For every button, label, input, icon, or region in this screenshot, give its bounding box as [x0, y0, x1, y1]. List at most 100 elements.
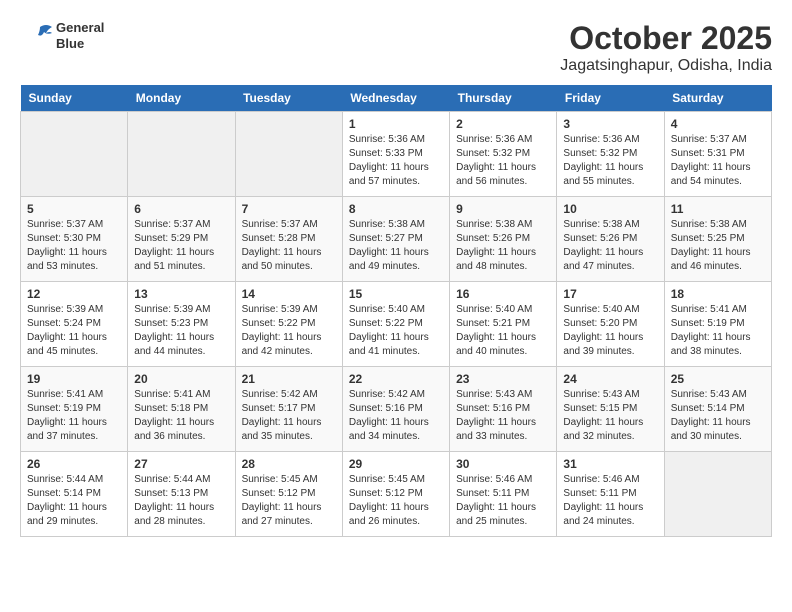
calendar-cell: 30 Sunrise: 5:46 AM Sunset: 5:11 PM Dayl…: [450, 452, 557, 537]
day-info: Sunrise: 5:36 AM Sunset: 5:33 PM Dayligh…: [349, 133, 443, 189]
day-info: Sunrise: 5:41 AM Sunset: 5:19 PM Dayligh…: [27, 388, 121, 444]
calendar-cell: 27 Sunrise: 5:44 AM Sunset: 5:13 PM Dayl…: [128, 452, 235, 537]
calendar-cell: 28 Sunrise: 5:45 AM Sunset: 5:12 PM Dayl…: [235, 452, 342, 537]
calendar-cell: 18 Sunrise: 5:41 AM Sunset: 5:19 PM Dayl…: [664, 282, 771, 367]
calendar-cell: 7 Sunrise: 5:37 AM Sunset: 5:28 PM Dayli…: [235, 197, 342, 282]
calendar-cell: 6 Sunrise: 5:37 AM Sunset: 5:29 PM Dayli…: [128, 197, 235, 282]
day-number: 6: [134, 202, 228, 216]
calendar-cell: 22 Sunrise: 5:42 AM Sunset: 5:16 PM Dayl…: [342, 367, 449, 452]
day-number: 21: [242, 372, 336, 386]
calendar-cell: 25 Sunrise: 5:43 AM Sunset: 5:14 PM Dayl…: [664, 367, 771, 452]
day-number: 1: [349, 117, 443, 131]
header-row: SundayMondayTuesdayWednesdayThursdayFrid…: [21, 85, 772, 112]
day-number: 19: [27, 372, 121, 386]
day-number: 20: [134, 372, 228, 386]
day-number: 3: [563, 117, 657, 131]
header-cell-monday: Monday: [128, 85, 235, 112]
calendar-cell: [664, 452, 771, 537]
day-info: Sunrise: 5:39 AM Sunset: 5:24 PM Dayligh…: [27, 303, 121, 359]
day-info: Sunrise: 5:43 AM Sunset: 5:15 PM Dayligh…: [563, 388, 657, 444]
day-info: Sunrise: 5:39 AM Sunset: 5:23 PM Dayligh…: [134, 303, 228, 359]
calendar-cell: 20 Sunrise: 5:41 AM Sunset: 5:18 PM Dayl…: [128, 367, 235, 452]
calendar-cell: 12 Sunrise: 5:39 AM Sunset: 5:24 PM Dayl…: [21, 282, 128, 367]
day-info: Sunrise: 5:43 AM Sunset: 5:16 PM Dayligh…: [456, 388, 550, 444]
day-number: 28: [242, 457, 336, 471]
calendar-cell: 3 Sunrise: 5:36 AM Sunset: 5:32 PM Dayli…: [557, 112, 664, 197]
calendar-cell: 16 Sunrise: 5:40 AM Sunset: 5:21 PM Dayl…: [450, 282, 557, 367]
day-number: 15: [349, 287, 443, 301]
page-header: General Blue October 2025 Jagatsinghapur…: [20, 20, 772, 75]
day-number: 4: [671, 117, 765, 131]
day-info: Sunrise: 5:44 AM Sunset: 5:13 PM Dayligh…: [134, 473, 228, 529]
day-info: Sunrise: 5:37 AM Sunset: 5:29 PM Dayligh…: [134, 218, 228, 274]
day-number: 11: [671, 202, 765, 216]
header-cell-tuesday: Tuesday: [235, 85, 342, 112]
day-info: Sunrise: 5:46 AM Sunset: 5:11 PM Dayligh…: [563, 473, 657, 529]
calendar-cell: 26 Sunrise: 5:44 AM Sunset: 5:14 PM Dayl…: [21, 452, 128, 537]
day-info: Sunrise: 5:43 AM Sunset: 5:14 PM Dayligh…: [671, 388, 765, 444]
day-number: 13: [134, 287, 228, 301]
day-number: 18: [671, 287, 765, 301]
day-info: Sunrise: 5:46 AM Sunset: 5:11 PM Dayligh…: [456, 473, 550, 529]
day-info: Sunrise: 5:45 AM Sunset: 5:12 PM Dayligh…: [349, 473, 443, 529]
day-number: 10: [563, 202, 657, 216]
day-number: 9: [456, 202, 550, 216]
day-info: Sunrise: 5:42 AM Sunset: 5:16 PM Dayligh…: [349, 388, 443, 444]
calendar-cell: 4 Sunrise: 5:37 AM Sunset: 5:31 PM Dayli…: [664, 112, 771, 197]
calendar-cell: 5 Sunrise: 5:37 AM Sunset: 5:30 PM Dayli…: [21, 197, 128, 282]
calendar-cell: [128, 112, 235, 197]
header-cell-wednesday: Wednesday: [342, 85, 449, 112]
day-number: 14: [242, 287, 336, 301]
day-info: Sunrise: 5:41 AM Sunset: 5:19 PM Dayligh…: [671, 303, 765, 359]
header-cell-sunday: Sunday: [21, 85, 128, 112]
day-number: 2: [456, 117, 550, 131]
day-info: Sunrise: 5:37 AM Sunset: 5:31 PM Dayligh…: [671, 133, 765, 189]
page-title: October 2025: [560, 20, 772, 57]
day-info: Sunrise: 5:41 AM Sunset: 5:18 PM Dayligh…: [134, 388, 228, 444]
day-number: 24: [563, 372, 657, 386]
day-number: 12: [27, 287, 121, 301]
calendar-cell: 1 Sunrise: 5:36 AM Sunset: 5:33 PM Dayli…: [342, 112, 449, 197]
calendar-cell: 21 Sunrise: 5:42 AM Sunset: 5:17 PM Dayl…: [235, 367, 342, 452]
header-cell-saturday: Saturday: [664, 85, 771, 112]
day-info: Sunrise: 5:44 AM Sunset: 5:14 PM Dayligh…: [27, 473, 121, 529]
logo: General Blue: [20, 20, 104, 51]
day-info: Sunrise: 5:40 AM Sunset: 5:20 PM Dayligh…: [563, 303, 657, 359]
day-number: 30: [456, 457, 550, 471]
calendar-cell: 2 Sunrise: 5:36 AM Sunset: 5:32 PM Dayli…: [450, 112, 557, 197]
day-number: 7: [242, 202, 336, 216]
day-number: 23: [456, 372, 550, 386]
calendar-cell: [235, 112, 342, 197]
day-info: Sunrise: 5:36 AM Sunset: 5:32 PM Dayligh…: [456, 133, 550, 189]
calendar-header: SundayMondayTuesdayWednesdayThursdayFrid…: [21, 85, 772, 112]
calendar-week-4: 19 Sunrise: 5:41 AM Sunset: 5:19 PM Dayl…: [21, 367, 772, 452]
day-info: Sunrise: 5:36 AM Sunset: 5:32 PM Dayligh…: [563, 133, 657, 189]
calendar-week-1: 1 Sunrise: 5:36 AM Sunset: 5:33 PM Dayli…: [21, 112, 772, 197]
day-info: Sunrise: 5:37 AM Sunset: 5:28 PM Dayligh…: [242, 218, 336, 274]
calendar-cell: 29 Sunrise: 5:45 AM Sunset: 5:12 PM Dayl…: [342, 452, 449, 537]
calendar-cell: [21, 112, 128, 197]
day-info: Sunrise: 5:39 AM Sunset: 5:22 PM Dayligh…: [242, 303, 336, 359]
day-info: Sunrise: 5:38 AM Sunset: 5:26 PM Dayligh…: [456, 218, 550, 274]
calendar-cell: 8 Sunrise: 5:38 AM Sunset: 5:27 PM Dayli…: [342, 197, 449, 282]
day-number: 16: [456, 287, 550, 301]
calendar-week-2: 5 Sunrise: 5:37 AM Sunset: 5:30 PM Dayli…: [21, 197, 772, 282]
calendar-cell: 17 Sunrise: 5:40 AM Sunset: 5:20 PM Dayl…: [557, 282, 664, 367]
calendar-table: SundayMondayTuesdayWednesdayThursdayFrid…: [20, 85, 772, 537]
day-info: Sunrise: 5:38 AM Sunset: 5:25 PM Dayligh…: [671, 218, 765, 274]
header-cell-thursday: Thursday: [450, 85, 557, 112]
calendar-cell: 13 Sunrise: 5:39 AM Sunset: 5:23 PM Dayl…: [128, 282, 235, 367]
day-number: 8: [349, 202, 443, 216]
calendar-body: 1 Sunrise: 5:36 AM Sunset: 5:33 PM Dayli…: [21, 112, 772, 537]
calendar-cell: 14 Sunrise: 5:39 AM Sunset: 5:22 PM Dayl…: [235, 282, 342, 367]
page-subtitle: Jagatsinghapur, Odisha, India: [560, 57, 772, 75]
calendar-cell: 11 Sunrise: 5:38 AM Sunset: 5:25 PM Dayl…: [664, 197, 771, 282]
day-number: 29: [349, 457, 443, 471]
calendar-cell: 24 Sunrise: 5:43 AM Sunset: 5:15 PM Dayl…: [557, 367, 664, 452]
calendar-week-3: 12 Sunrise: 5:39 AM Sunset: 5:24 PM Dayl…: [21, 282, 772, 367]
day-info: Sunrise: 5:45 AM Sunset: 5:12 PM Dayligh…: [242, 473, 336, 529]
calendar-cell: 23 Sunrise: 5:43 AM Sunset: 5:16 PM Dayl…: [450, 367, 557, 452]
day-info: Sunrise: 5:40 AM Sunset: 5:21 PM Dayligh…: [456, 303, 550, 359]
day-number: 25: [671, 372, 765, 386]
day-number: 5: [27, 202, 121, 216]
